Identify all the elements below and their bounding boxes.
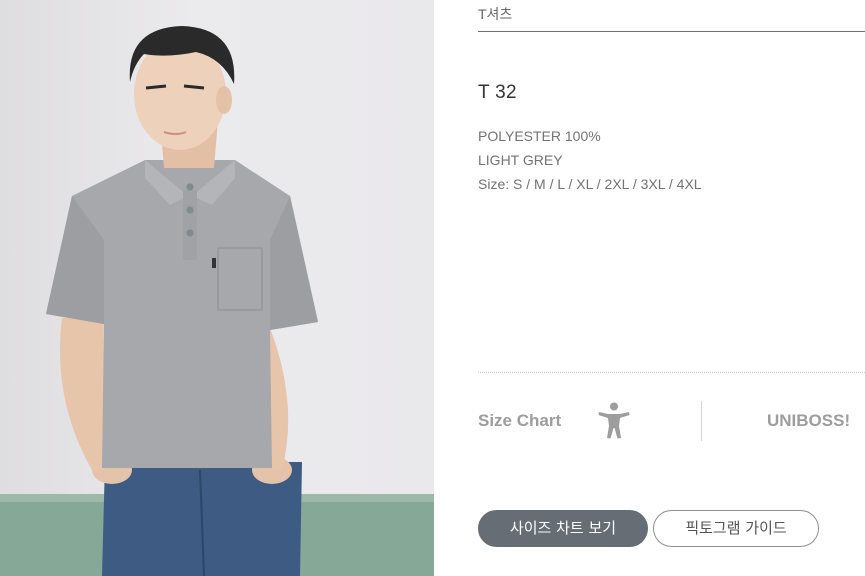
model-illustration (0, 26, 434, 576)
size-chart-button[interactable]: 사이즈 차트 보기 (478, 510, 648, 547)
section-divider (478, 372, 865, 373)
size-spec: Size: S / M / L / XL / 2XL / 3XL / 4XL (478, 176, 702, 192)
header-divider (478, 31, 865, 32)
product-photo (0, 0, 434, 576)
vertical-divider (701, 401, 702, 441)
material-spec: POLYESTER 100% (478, 128, 601, 144)
person-figure-icon (597, 402, 631, 445)
pictogram-guide-button[interactable]: 픽토그램 가이드 (653, 510, 819, 547)
product-name: T 32 (478, 82, 517, 103)
product-specs: POLYESTER 100% LIGHT GREY Size: S / M / … (478, 124, 702, 196)
category-label: T셔츠 (478, 6, 513, 22)
color-spec: LIGHT GREY (478, 152, 563, 168)
brand-label: UNIBOSS! (767, 411, 851, 430)
size-chart-label: Size Chart (478, 411, 562, 430)
